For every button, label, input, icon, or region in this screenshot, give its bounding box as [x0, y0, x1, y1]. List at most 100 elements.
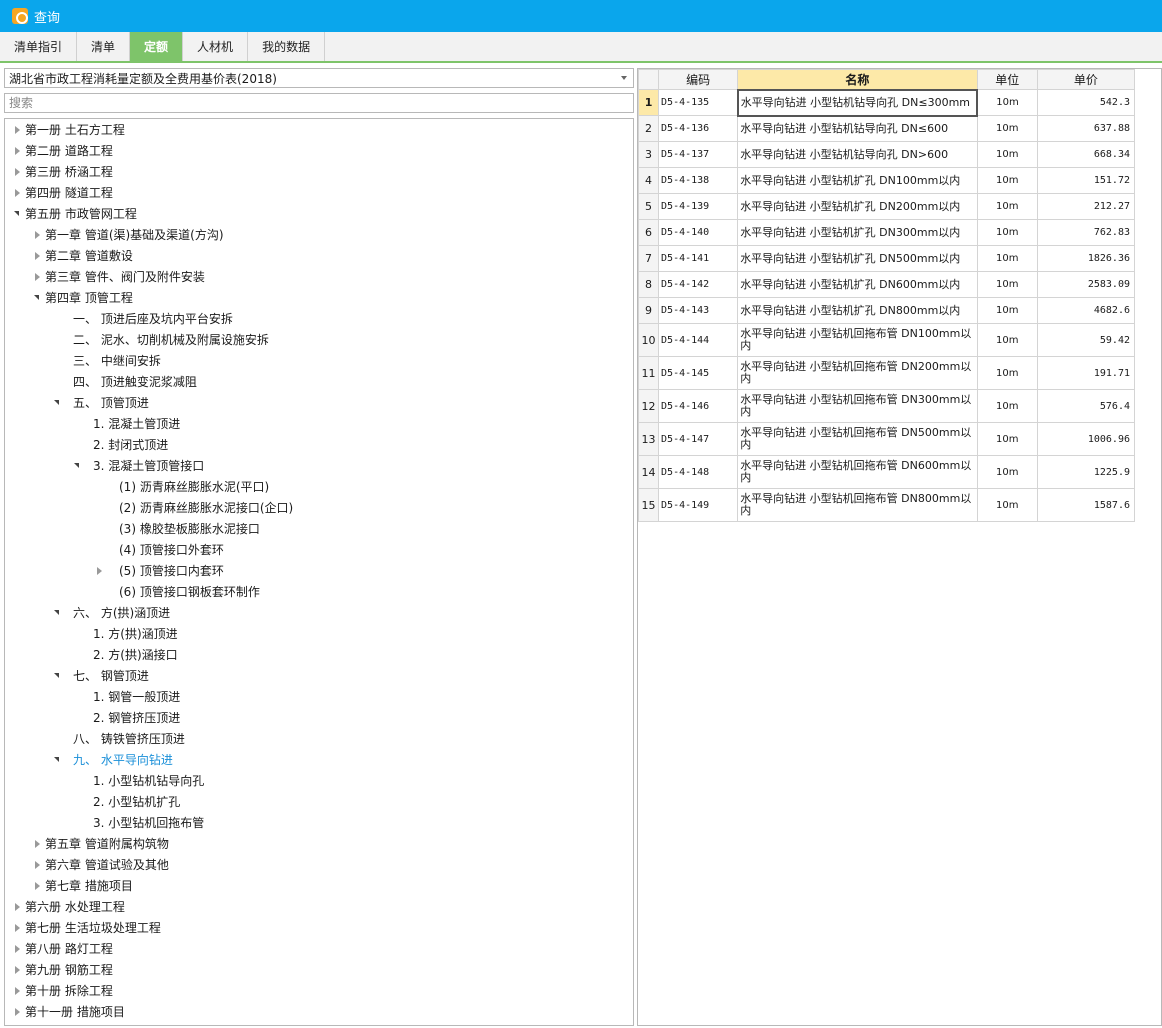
row-number[interactable]: 8	[638, 271, 660, 298]
cell-price[interactable]: 4682.6	[1036, 297, 1136, 324]
cell-price[interactable]: 668.34	[1036, 141, 1136, 168]
cell-code[interactable]: D5-4-143	[658, 297, 739, 324]
table-row[interactable]: 7 D5-4-141 水平导向钻进 小型钻机扩孔 DN500mm以内 10m 1826.…	[638, 245, 1136, 272]
cell-code[interactable]: D5-4-148	[658, 455, 739, 489]
tree-node[interactable]: 七、 钢管顶进	[5, 666, 633, 687]
collapsed-triangle-icon[interactable]	[13, 939, 23, 960]
collapsed-triangle-icon[interactable]	[13, 141, 23, 162]
cell-price[interactable]: 542.3	[1036, 89, 1136, 116]
cell-name[interactable]: 水平导向钻进 小型钻机扩孔 DN200mm以内	[737, 193, 978, 220]
tree-node[interactable]: 第五册 市政管网工程	[5, 204, 633, 225]
tree-node[interactable]: (6) 顶管接口钢板套环制作	[5, 582, 633, 603]
cell-unit[interactable]: 10m	[976, 455, 1038, 489]
tree-node[interactable]: 2. 小型钻机扩孔	[5, 792, 633, 813]
cell-name[interactable]: 水平导向钻进 小型钻机回拖布管 DN100mm以内	[737, 323, 978, 357]
cell-price[interactable]: 637.88	[1036, 115, 1136, 142]
column-header-unit[interactable]: 单位	[976, 69, 1038, 90]
tree-node[interactable]: 四、 顶进触变泥浆减阻	[5, 372, 633, 393]
cell-price[interactable]: 1225.9	[1036, 455, 1136, 489]
collapsed-triangle-icon[interactable]	[13, 120, 23, 141]
cell-code[interactable]: D5-4-138	[658, 167, 739, 194]
tree-node[interactable]: (5) 顶管接口内套环	[5, 561, 633, 582]
cell-price[interactable]: 2583.09	[1036, 271, 1136, 298]
cell-code[interactable]: D5-4-142	[658, 271, 739, 298]
collapsed-triangle-icon[interactable]	[13, 162, 23, 183]
cell-code[interactable]: D5-4-145	[658, 356, 739, 390]
collapsed-triangle-icon[interactable]	[33, 225, 43, 246]
tree-node[interactable]: 第二册 道路工程	[5, 141, 633, 162]
tree-node[interactable]: (3) 橡胶垫板膨胀水泥接口	[5, 519, 633, 540]
cell-price[interactable]: 1587.6	[1036, 488, 1136, 522]
cell-code[interactable]: D5-4-141	[658, 245, 739, 272]
tree-node[interactable]: 1. 混凝土管顶进	[5, 414, 633, 435]
tree-node[interactable]: 1. 方(拱)涵顶进	[5, 624, 633, 645]
row-number[interactable]: 6	[638, 219, 660, 246]
table-row[interactable]: 3 D5-4-137 水平导向钻进 小型钻机钻导向孔 DN>600 10m 668.34	[638, 141, 1136, 168]
cell-price[interactable]: 212.27	[1036, 193, 1136, 220]
row-number[interactable]: 11	[638, 356, 660, 390]
cell-unit[interactable]: 10m	[976, 422, 1038, 456]
expanded-triangle-icon[interactable]	[73, 456, 83, 477]
collapsed-triangle-icon[interactable]	[13, 960, 23, 981]
cell-price[interactable]: 1006.96	[1036, 422, 1136, 456]
row-number[interactable]: 7	[638, 245, 660, 272]
cell-unit[interactable]: 10m	[976, 219, 1038, 246]
expanded-triangle-icon[interactable]	[33, 288, 43, 309]
tree-node[interactable]: 第八册 路灯工程	[5, 939, 633, 960]
table-row[interactable]: 8 D5-4-142 水平导向钻进 小型钻机扩孔 DN600mm以内 10m 2583.…	[638, 271, 1136, 298]
cell-name[interactable]: 水平导向钻进 小型钻机回拖布管 DN200mm以内	[737, 356, 978, 390]
table-row[interactable]: 13 D5-4-147 水平导向钻进 小型钻机回拖布管 DN500mm以内 10m 10…	[638, 422, 1136, 456]
tree-node[interactable]: 1. 小型钻机钻导向孔	[5, 771, 633, 792]
cell-code[interactable]: D5-4-139	[658, 193, 739, 220]
expanded-triangle-icon[interactable]	[53, 603, 63, 624]
tree-node[interactable]: 二、 泥水、切削机械及附属设施安拆	[5, 330, 633, 351]
tree-node[interactable]: 第二章 管道敷设	[5, 246, 633, 267]
collapsed-triangle-icon[interactable]	[13, 981, 23, 1002]
collapsed-triangle-icon[interactable]	[33, 246, 43, 267]
cell-unit[interactable]: 10m	[976, 488, 1038, 522]
row-number[interactable]: 1	[638, 89, 660, 116]
tree-node[interactable]: 第三册 桥涵工程	[5, 162, 633, 183]
tree-node[interactable]: 第五章 管道附属构筑物	[5, 834, 633, 855]
cell-code[interactable]: D5-4-136	[658, 115, 739, 142]
cell-name[interactable]: 水平导向钻进 小型钻机扩孔 DN300mm以内	[737, 219, 978, 246]
cell-name[interactable]: 水平导向钻进 小型钻机钻导向孔 DN>600	[737, 141, 978, 168]
collapsed-triangle-icon[interactable]	[13, 897, 23, 918]
tree-node[interactable]: 六、 方(拱)涵顶进	[5, 603, 633, 624]
row-number[interactable]: 4	[638, 167, 660, 194]
cell-price[interactable]: 59.42	[1036, 323, 1136, 357]
tab-my-data[interactable]: 我的数据	[248, 32, 326, 61]
tab-bill[interactable]: 清单	[77, 32, 131, 61]
tree-node[interactable]: (4) 顶管接口外套环	[5, 540, 633, 561]
table-row[interactable]: 14 D5-4-148 水平导向钻进 小型钻机回拖布管 DN600mm以内 10m 12…	[638, 455, 1136, 489]
column-header-price[interactable]: 单价	[1036, 69, 1136, 90]
tree-node[interactable]: 2. 封闭式顶进	[5, 435, 633, 456]
tree-node[interactable]: 3. 小型钻机回拖布管	[5, 813, 633, 834]
tree-node[interactable]: 2. 方(拱)涵接口	[5, 645, 633, 666]
tree-node[interactable]: 第七章 措施项目	[5, 876, 633, 897]
cell-unit[interactable]: 10m	[976, 167, 1038, 194]
row-number[interactable]: 12	[638, 389, 660, 423]
cell-name[interactable]: 水平导向钻进 小型钻机钻导向孔 DN≤300mm	[736, 88, 979, 117]
cell-name[interactable]: 水平导向钻进 小型钻机钻导向孔 DN≤600	[737, 115, 978, 142]
cell-name[interactable]: 水平导向钻进 小型钻机扩孔 DN100mm以内	[737, 167, 978, 194]
cell-unit[interactable]: 10m	[976, 297, 1038, 324]
table-row[interactable]: 10 D5-4-144 水平导向钻进 小型钻机回拖布管 DN100mm以内 10m 59…	[638, 323, 1136, 357]
row-number[interactable]: 15	[638, 488, 660, 522]
tree-node[interactable]: 第一册 土石方工程	[5, 120, 633, 141]
cell-name[interactable]: 水平导向钻进 小型钻机扩孔 DN800mm以内	[737, 297, 978, 324]
table-row[interactable]: 4 D5-4-138 水平导向钻进 小型钻机扩孔 DN100mm以内 10m 151.7…	[638, 167, 1136, 194]
cell-name[interactable]: 水平导向钻进 小型钻机回拖布管 DN500mm以内	[737, 422, 978, 456]
tab-bill-guide[interactable]: 清单指引	[0, 32, 78, 61]
cell-name[interactable]: 水平导向钻进 小型钻机回拖布管 DN300mm以内	[737, 389, 978, 423]
tree-node[interactable]: 第九册 钢筋工程	[5, 960, 633, 981]
tree-node[interactable]: 第六册 水处理工程	[5, 897, 633, 918]
cell-code[interactable]: D5-4-135	[658, 89, 739, 116]
row-number[interactable]: 9	[638, 297, 660, 324]
table-row[interactable]: 11 D5-4-145 水平导向钻进 小型钻机回拖布管 DN200mm以内 10m 19…	[638, 356, 1136, 390]
cell-price[interactable]: 576.4	[1036, 389, 1136, 423]
collapsed-triangle-icon[interactable]	[95, 561, 105, 582]
tree-node[interactable]: 第十一册 措施项目	[5, 1002, 633, 1023]
collapsed-triangle-icon[interactable]	[13, 183, 23, 204]
collapsed-triangle-icon[interactable]	[33, 834, 43, 855]
